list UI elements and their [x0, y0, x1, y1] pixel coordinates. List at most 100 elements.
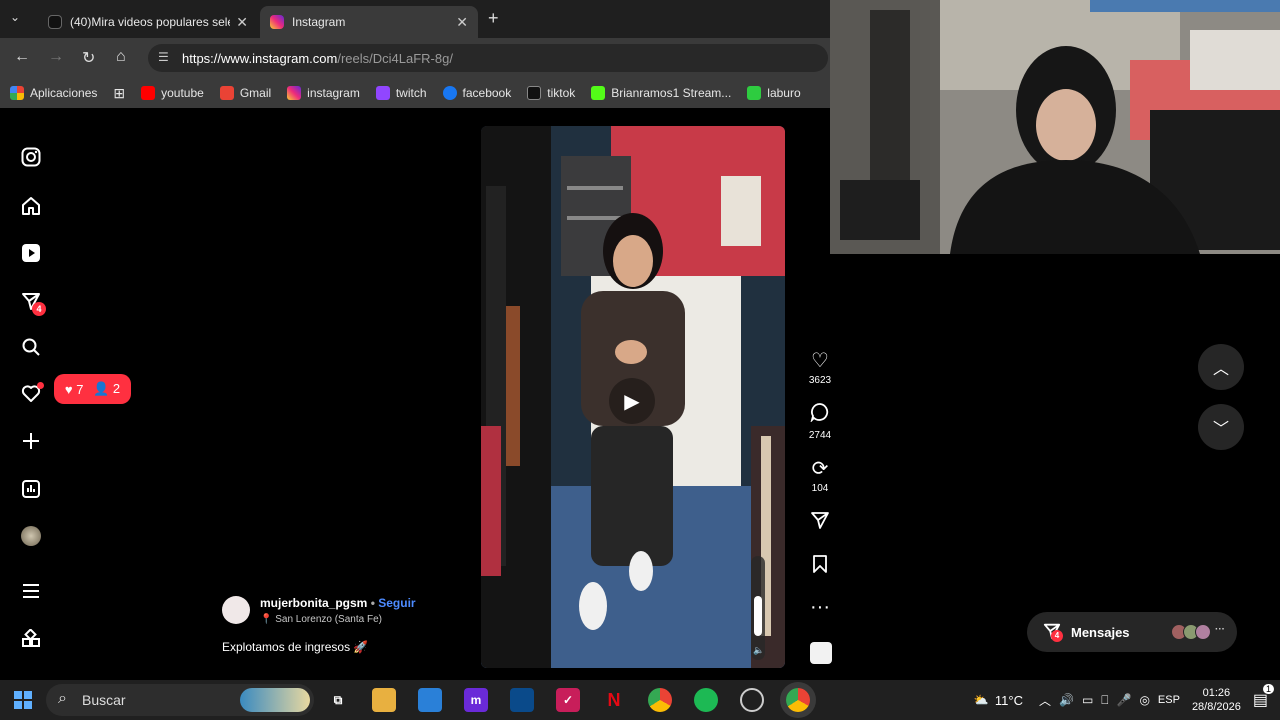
previous-reel-button[interactable]: ︿: [1198, 344, 1244, 390]
reel-video[interactable]: ▶ 🔈: [481, 126, 785, 668]
app-v-icon[interactable]: ✓: [556, 688, 580, 712]
site-info-icon[interactable]: ☰: [158, 50, 169, 64]
volume-icon[interactable]: 🔊: [1059, 693, 1074, 707]
bookmark-twitch[interactable]: twitch: [375, 86, 427, 100]
comments-count: 2744: [808, 430, 832, 441]
more-options-button[interactable]: ···: [800, 596, 840, 619]
author-avatar[interactable]: [222, 596, 250, 624]
windows-start-icon[interactable]: [14, 691, 32, 709]
save-button[interactable]: [800, 554, 840, 580]
search-icon[interactable]: [20, 336, 42, 358]
task-view-icon[interactable]: ⧉: [326, 688, 350, 712]
notifications-center-icon[interactable]: ▤ 1: [1253, 684, 1274, 710]
screen: ⌄ (40)Mira videos populares selec ✕ Inst…: [0, 0, 1280, 720]
next-reel-button[interactable]: ﹀: [1198, 404, 1244, 450]
url-host: https://www.instagram.com: [182, 50, 338, 66]
display-icon[interactable]: ⎕: [1101, 693, 1108, 708]
instagram-icon: [287, 86, 302, 100]
home-icon[interactable]: [20, 195, 42, 217]
messages-label: Mensajes: [1071, 624, 1130, 640]
follow-button[interactable]: Seguir: [378, 596, 415, 610]
bookmarks-bar: Aplicaciones ⊞ youtube Gmail instagram t…: [0, 78, 830, 108]
comment-bubble-icon: [800, 402, 840, 428]
direct-messages-icon[interactable]: 4: [20, 290, 46, 316]
bookmark-youtube[interactable]: youtube: [141, 86, 204, 100]
threads-apps-icon[interactable]: [20, 628, 42, 650]
volume-slider[interactable]: 🔈: [751, 556, 765, 660]
repost-icon: ⟳: [811, 458, 829, 480]
back-icon[interactable]: ←: [14, 48, 30, 66]
file-explorer-icon[interactable]: [372, 688, 396, 712]
search-icon: ⌕: [58, 690, 67, 707]
heart-icon: ♥: [64, 381, 73, 397]
play-button[interactable]: ▶: [609, 378, 655, 424]
bookmark-aplicaciones[interactable]: Aplicaciones: [10, 86, 97, 100]
bookmark-grid[interactable]: ⊞: [113, 85, 125, 102]
bookmark-tiktok[interactable]: tiktok: [527, 86, 575, 100]
microsoft-store-icon[interactable]: [418, 688, 442, 712]
location-tray-icon[interactable]: ◎: [1139, 693, 1149, 707]
chrome-active-icon[interactable]: [786, 688, 810, 712]
person-icon: 👤: [93, 381, 110, 396]
menu-icon[interactable]: [20, 580, 42, 602]
notifications-pill[interactable]: ♥ 7 👤 2: [54, 374, 131, 404]
comment-button[interactable]: 2744: [800, 402, 840, 441]
microphone-icon[interactable]: 🎤: [1116, 693, 1131, 707]
weather-icon[interactable]: ⛅: [974, 693, 989, 707]
tiktok-favicon-icon: [48, 15, 62, 29]
heart-notifications-icon[interactable]: [20, 382, 44, 405]
home-icon[interactable]: ⌂: [116, 48, 126, 66]
speaker-icon: 🔈: [753, 645, 765, 655]
audio-thumbnail[interactable]: [810, 642, 832, 664]
obs-icon[interactable]: [740, 688, 764, 712]
bookmark-instagram[interactable]: instagram: [287, 86, 360, 100]
repost-button[interactable]: ⟳ 104: [800, 456, 840, 494]
bookmark-gmail[interactable]: Gmail: [219, 86, 271, 100]
tab-instagram[interactable]: Instagram ✕: [260, 6, 478, 38]
chrome-icon[interactable]: [648, 688, 672, 712]
new-tab-icon[interactable]: +: [488, 8, 499, 29]
messages-icon: 4: [1043, 622, 1063, 643]
tab-youtube[interactable]: (40)Mira videos populares selec ✕: [38, 6, 258, 38]
netflix-icon[interactable]: N: [602, 688, 626, 712]
browser-tabbar: ⌄ (40)Mira videos populares selec ✕ Inst…: [0, 0, 830, 38]
like-button[interactable]: ♡ 3623: [800, 348, 840, 386]
heart-outline-icon: ♡: [811, 350, 829, 372]
instagram-logo-icon[interactable]: [20, 146, 42, 168]
network-icon[interactable]: ▭: [1082, 693, 1093, 707]
tab-search-chevron-icon[interactable]: ⌄: [10, 10, 20, 24]
dashboard-icon[interactable]: [20, 478, 42, 500]
message-avatars: ···: [1171, 624, 1225, 640]
clock[interactable]: 01:26 28/8/2026: [1192, 686, 1241, 714]
likes-notification: ♥ 7: [65, 382, 84, 397]
reels-icon[interactable]: [20, 242, 42, 264]
messages-badge: 4: [1051, 629, 1063, 642]
address-bar[interactable]: ☰ https://www.instagram.com/reels/Dci4La…: [148, 44, 828, 72]
tray-chevron-icon[interactable]: ︿: [1039, 692, 1051, 709]
forward-icon[interactable]: →: [48, 48, 64, 66]
search-placeholder: Buscar: [82, 692, 126, 708]
author-username[interactable]: mujerbonita_pgsm: [260, 596, 367, 610]
close-tab-icon[interactable]: ✕: [456, 14, 468, 31]
notification-count: 1: [1262, 684, 1274, 694]
bookmark-laburo[interactable]: laburo: [747, 86, 801, 100]
tab-label: (40)Mira videos populares selec: [70, 15, 230, 29]
taskbar-search[interactable]: ⌕ Buscar: [46, 684, 314, 716]
profile-avatar[interactable]: [20, 525, 42, 547]
create-plus-icon[interactable]: [20, 430, 42, 452]
bookmark-label: tiktok: [547, 86, 576, 100]
language-indicator[interactable]: ESP: [1158, 694, 1180, 706]
location-line[interactable]: 📍 San Lorenzo (Santa Fe): [260, 614, 382, 625]
bookmark-kick[interactable]: Brianramos1 Stream...: [591, 86, 731, 100]
share-button[interactable]: [800, 510, 840, 536]
folder-arrow-icon: [747, 86, 762, 100]
meta-app-icon[interactable]: m: [464, 688, 488, 712]
weather-temp[interactable]: 11°C: [995, 693, 1023, 708]
disney-plus-icon[interactable]: [510, 688, 534, 712]
instagram-favicon-icon: [270, 15, 284, 29]
spotify-icon[interactable]: [694, 688, 718, 712]
bookmark-facebook[interactable]: facebook: [442, 86, 511, 100]
messages-button[interactable]: 4 Mensajes ···: [1027, 612, 1237, 652]
reload-icon[interactable]: ↻: [82, 48, 95, 68]
close-tab-icon[interactable]: ✕: [236, 14, 248, 31]
